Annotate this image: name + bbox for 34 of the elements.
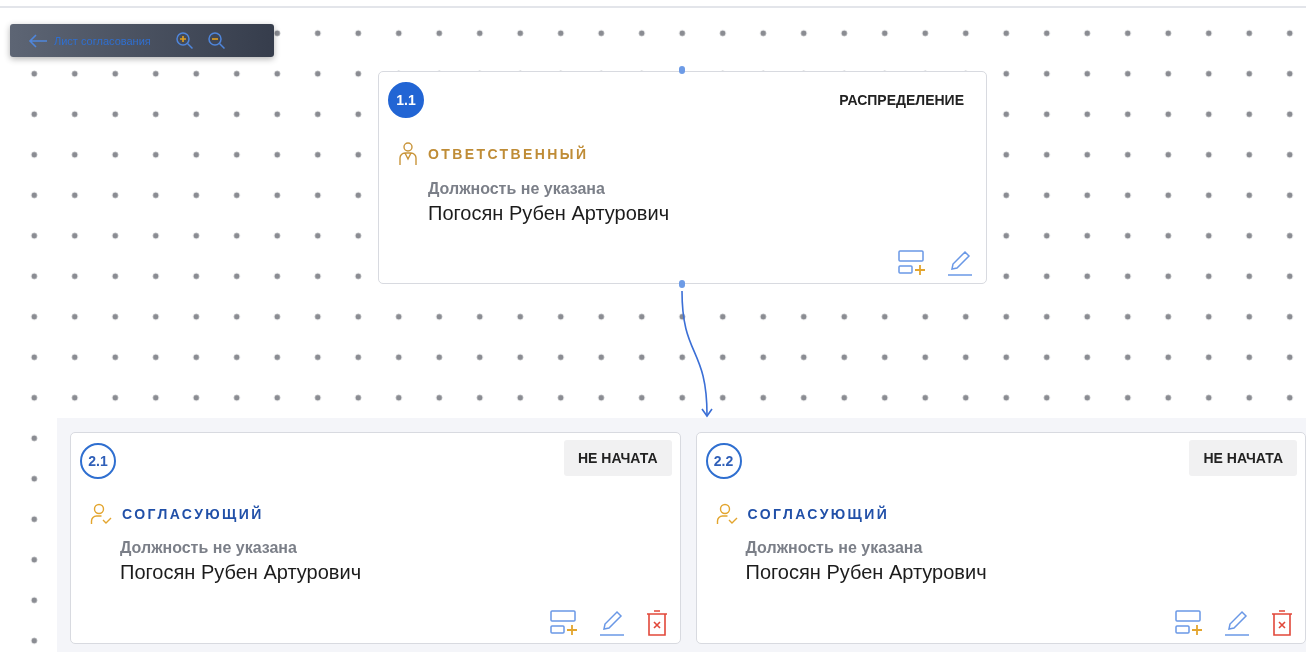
status-tag: РАСПРЕДЕЛЕНИЕ xyxy=(825,82,978,118)
arrow-left-icon xyxy=(28,33,48,48)
position-text: Должность не указана xyxy=(745,539,924,557)
person-check-icon xyxy=(715,503,738,525)
add-block-icon[interactable] xyxy=(1175,609,1203,637)
status-tag: НЕ НАЧАТА xyxy=(563,440,672,476)
person-icon xyxy=(398,142,418,166)
role-label: ОТВЕТСТВЕННЫЙ xyxy=(428,146,589,162)
connection-handle[interactable] xyxy=(679,66,685,74)
delete-icon[interactable] xyxy=(1271,609,1293,637)
person-name: Погосян Рубен Артурович xyxy=(428,202,671,225)
person-check-icon xyxy=(90,503,112,525)
role-label: СОГЛАСУЮЩИЙ xyxy=(122,506,264,522)
edit-icon[interactable] xyxy=(1223,609,1251,637)
stage-card[interactable]: 1.1 РАСПРЕДЕЛЕНИЕ ОТВЕТСТВЕННЫЙ Должность не указана Погосян Рубен Артурович xyxy=(378,71,987,284)
stage-number: 2.2 xyxy=(705,443,742,479)
add-block-icon[interactable] xyxy=(898,249,926,277)
add-block-icon[interactable] xyxy=(549,609,578,637)
stage-number: 1.1 xyxy=(388,82,424,118)
stage-card[interactable]: 2.1 НЕ НАЧАТА СОГЛАСУЮЩИЙ Должность не указана Погосян Рубен Артурович xyxy=(70,432,681,644)
edit-icon[interactable] xyxy=(946,249,974,277)
position-text: Должность не указана xyxy=(428,180,606,198)
status-tag: НЕ НАЧАТА xyxy=(1189,440,1297,476)
zoom-in-icon[interactable] xyxy=(174,30,195,51)
person-name: Погосян Рубен Артурович xyxy=(120,561,363,584)
connection-handle[interactable] xyxy=(679,280,685,288)
person-name: Погосян Рубен Артурович xyxy=(745,561,988,584)
stage-card[interactable]: 2.2 НЕ НАЧАТА СОГЛАСУЮЩИЙ Должность не указана Погосян Рубен Артурович xyxy=(695,432,1306,644)
edit-icon[interactable] xyxy=(597,609,626,637)
stage-number: 2.1 xyxy=(80,443,116,479)
delete-icon[interactable] xyxy=(645,609,668,637)
position-text: Должность не указана xyxy=(120,539,298,557)
role-label: СОГЛАСУЮЩИЙ xyxy=(747,506,890,522)
zoom-out-icon[interactable] xyxy=(206,30,227,51)
